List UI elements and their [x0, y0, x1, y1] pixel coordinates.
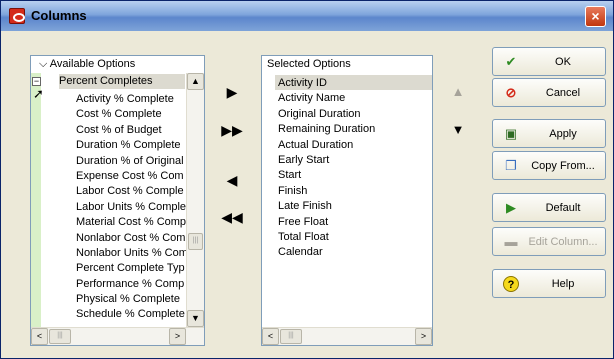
ok-label: OK: [555, 56, 571, 68]
dialog-title: Columns: [31, 8, 87, 23]
default-icon: ▶: [506, 200, 516, 215]
available-options-list: Activity % Complete Cost % Complete Cost %…: [76, 92, 188, 323]
list-item[interactable]: Labor Units % Comple: [76, 200, 188, 215]
cancel-label: Cancel: [545, 87, 581, 99]
selected-options-panel: Selected Options Activity ID Activity Nam…: [261, 55, 433, 346]
copy-from-button[interactable]: ❐ Copy From...: [492, 151, 606, 180]
title-bar[interactable]: Columns ×: [1, 1, 613, 31]
scroll-right-button[interactable]: >: [169, 328, 186, 345]
list-item[interactable]: Duration % of Original: [76, 154, 188, 169]
list-item[interactable]: Activity ID: [278, 76, 375, 91]
list-item[interactable]: Original Duration: [278, 107, 375, 122]
tree-group-percent-completes[interactable]: Percent Completes: [59, 74, 185, 89]
apply-icon: ▣: [504, 126, 518, 141]
list-item[interactable]: Labor Cost % Comple: [76, 184, 188, 199]
copy-icon: ❐: [505, 158, 517, 173]
scroll-thumb[interactable]: |||: [188, 233, 203, 250]
edit-column-label: Edit Column...: [528, 236, 598, 248]
list-item[interactable]: Physical % Complete: [76, 292, 188, 307]
list-item[interactable]: Actual Duration: [278, 138, 375, 153]
list-item[interactable]: Cost % of Budget: [76, 123, 188, 138]
hscroll-thumb[interactable]: |||: [280, 329, 302, 344]
list-item[interactable]: Activity Name: [278, 91, 375, 106]
check-icon: ✔: [505, 54, 517, 69]
ok-button[interactable]: ✔ OK: [492, 47, 606, 76]
list-item[interactable]: Expense Cost % Com: [76, 169, 188, 184]
copy-from-label: Copy From...: [531, 160, 595, 172]
default-button[interactable]: ▶ Default: [492, 193, 606, 222]
move-up-button[interactable]: ▲: [440, 79, 476, 105]
available-options-label: Available Options: [49, 58, 136, 70]
list-item[interactable]: Material Cost % Comp: [76, 215, 188, 230]
scroll-left-button[interactable]: <: [262, 328, 279, 345]
collapse-icon[interactable]: −: [32, 77, 41, 86]
default-label: Default: [545, 202, 581, 214]
list-item[interactable]: Total Float: [278, 230, 375, 245]
hscroll-thumb[interactable]: |||: [49, 329, 71, 344]
list-item[interactable]: Schedule % Complete: [76, 307, 188, 322]
selected-options-header: Selected Options: [267, 58, 351, 70]
help-label: Help: [551, 278, 575, 290]
selected-options-list: Activity ID Activity Name Original Duratio…: [278, 76, 375, 261]
list-item[interactable]: Performance % Comp: [76, 277, 188, 292]
available-options-panel: ⌵ Available Options − ➚ Percent Complete…: [30, 55, 205, 346]
cancel-button[interactable]: ⊘ Cancel: [492, 78, 606, 107]
chevron-down-icon: ⌵: [39, 58, 50, 70]
columns-dialog: Columns × ⌵ Available Options − ➚ Percen…: [0, 0, 614, 359]
scroll-left-button[interactable]: <: [31, 328, 48, 345]
horizontal-scrollbar[interactable]: < ||| >: [31, 327, 204, 345]
apply-label: Apply: [549, 128, 577, 140]
help-icon: ?: [503, 276, 519, 292]
add-button[interactable]: ▶: [214, 79, 250, 105]
add-all-button[interactable]: ▶▶: [214, 117, 250, 143]
list-item[interactable]: Calendar: [278, 245, 375, 260]
list-item[interactable]: Nonlabor Units % Com: [76, 246, 188, 261]
cancel-icon: ⊘: [505, 85, 517, 100]
list-item[interactable]: Cost % Complete: [76, 107, 188, 122]
selection-indicator-strip: [31, 73, 41, 327]
list-item[interactable]: Remaining Duration: [278, 122, 375, 137]
scroll-up-button[interactable]: ▲: [187, 73, 204, 90]
list-item[interactable]: Percent Complete Typ: [76, 261, 188, 276]
vertical-scrollbar[interactable]: ▲ ||| ▼: [186, 73, 204, 327]
close-button[interactable]: ×: [585, 6, 606, 27]
app-icon: [9, 8, 25, 24]
list-item[interactable]: Duration % Complete: [76, 138, 188, 153]
edit-column-button[interactable]: ▬ Edit Column...: [492, 227, 606, 256]
help-button[interactable]: ? Help: [492, 269, 606, 298]
remove-all-button[interactable]: ◀◀: [214, 204, 250, 230]
remove-button[interactable]: ◀: [214, 167, 250, 193]
list-item[interactable]: Early Start: [278, 153, 375, 168]
scroll-right-button[interactable]: >: [415, 328, 432, 345]
list-item[interactable]: Nonlabor Cost % Com: [76, 231, 188, 246]
list-item[interactable]: Late Finish: [278, 199, 375, 214]
list-item[interactable]: Activity % Complete: [76, 92, 188, 107]
list-item[interactable]: Start: [278, 168, 375, 183]
list-item[interactable]: Finish: [278, 184, 375, 199]
apply-button[interactable]: ▣ Apply: [492, 119, 606, 148]
mouse-cursor-icon: ➚: [33, 86, 44, 101]
edit-column-icon: ▬: [504, 234, 518, 249]
available-options-header[interactable]: ⌵ Available Options: [31, 56, 204, 73]
list-item[interactable]: Free Float: [278, 215, 375, 230]
move-down-button[interactable]: ▼: [440, 117, 476, 143]
horizontal-scrollbar-selected[interactable]: < ||| >: [262, 327, 432, 345]
scroll-down-button[interactable]: ▼: [187, 310, 204, 327]
